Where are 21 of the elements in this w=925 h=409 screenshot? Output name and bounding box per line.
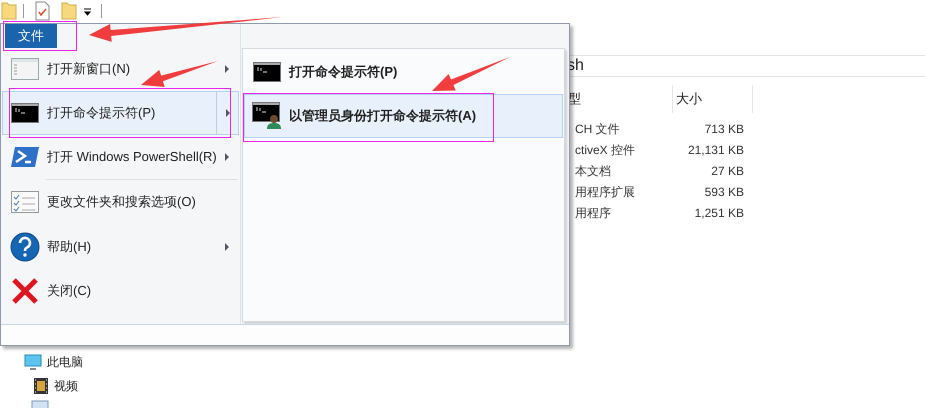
table-cell-text: ctiveX 控件 <box>575 142 636 158</box>
column-header[interactable]: 大小 <box>673 85 753 113</box>
menu-item[interactable]: 更改文件夹和搜索选项(O) <box>2 180 239 224</box>
tree-item[interactable]: 此电脑 <box>47 353 83 371</box>
submenu-item[interactable]: 打开命令提示符(P) <box>244 50 563 94</box>
menu-item[interactable]: 打开命令提示符(P) <box>2 91 239 135</box>
table-cell-text: 用程序扩展 <box>575 184 636 200</box>
table-cell-text: CH 文件 <box>575 120 621 138</box>
submenu-item[interactable]: 以管理员身份打开命令提示符(A) <box>244 94 563 138</box>
table-cell-text: 1,251 KB <box>694 204 744 222</box>
table-cell-text: 27 KB <box>710 162 744 180</box>
table-cell-text: 593 KB <box>704 184 744 200</box>
table-cell-text: 用程序 <box>575 204 612 222</box>
menu-item[interactable]: 关闭(C) <box>2 269 239 313</box>
table-cell-text: 本文档 <box>575 162 612 180</box>
menu-item[interactable]: 打开 Windows PowerShell(R) <box>2 135 239 179</box>
table-cell-text: 21,131 KB <box>686 142 744 158</box>
file-tab[interactable]: 文件 <box>5 24 57 48</box>
menu-item[interactable]: 帮助(H) <box>2 224 239 269</box>
table-cell-text: 713 KB <box>704 120 744 138</box>
tree-item[interactable]: 视频 <box>54 377 78 395</box>
